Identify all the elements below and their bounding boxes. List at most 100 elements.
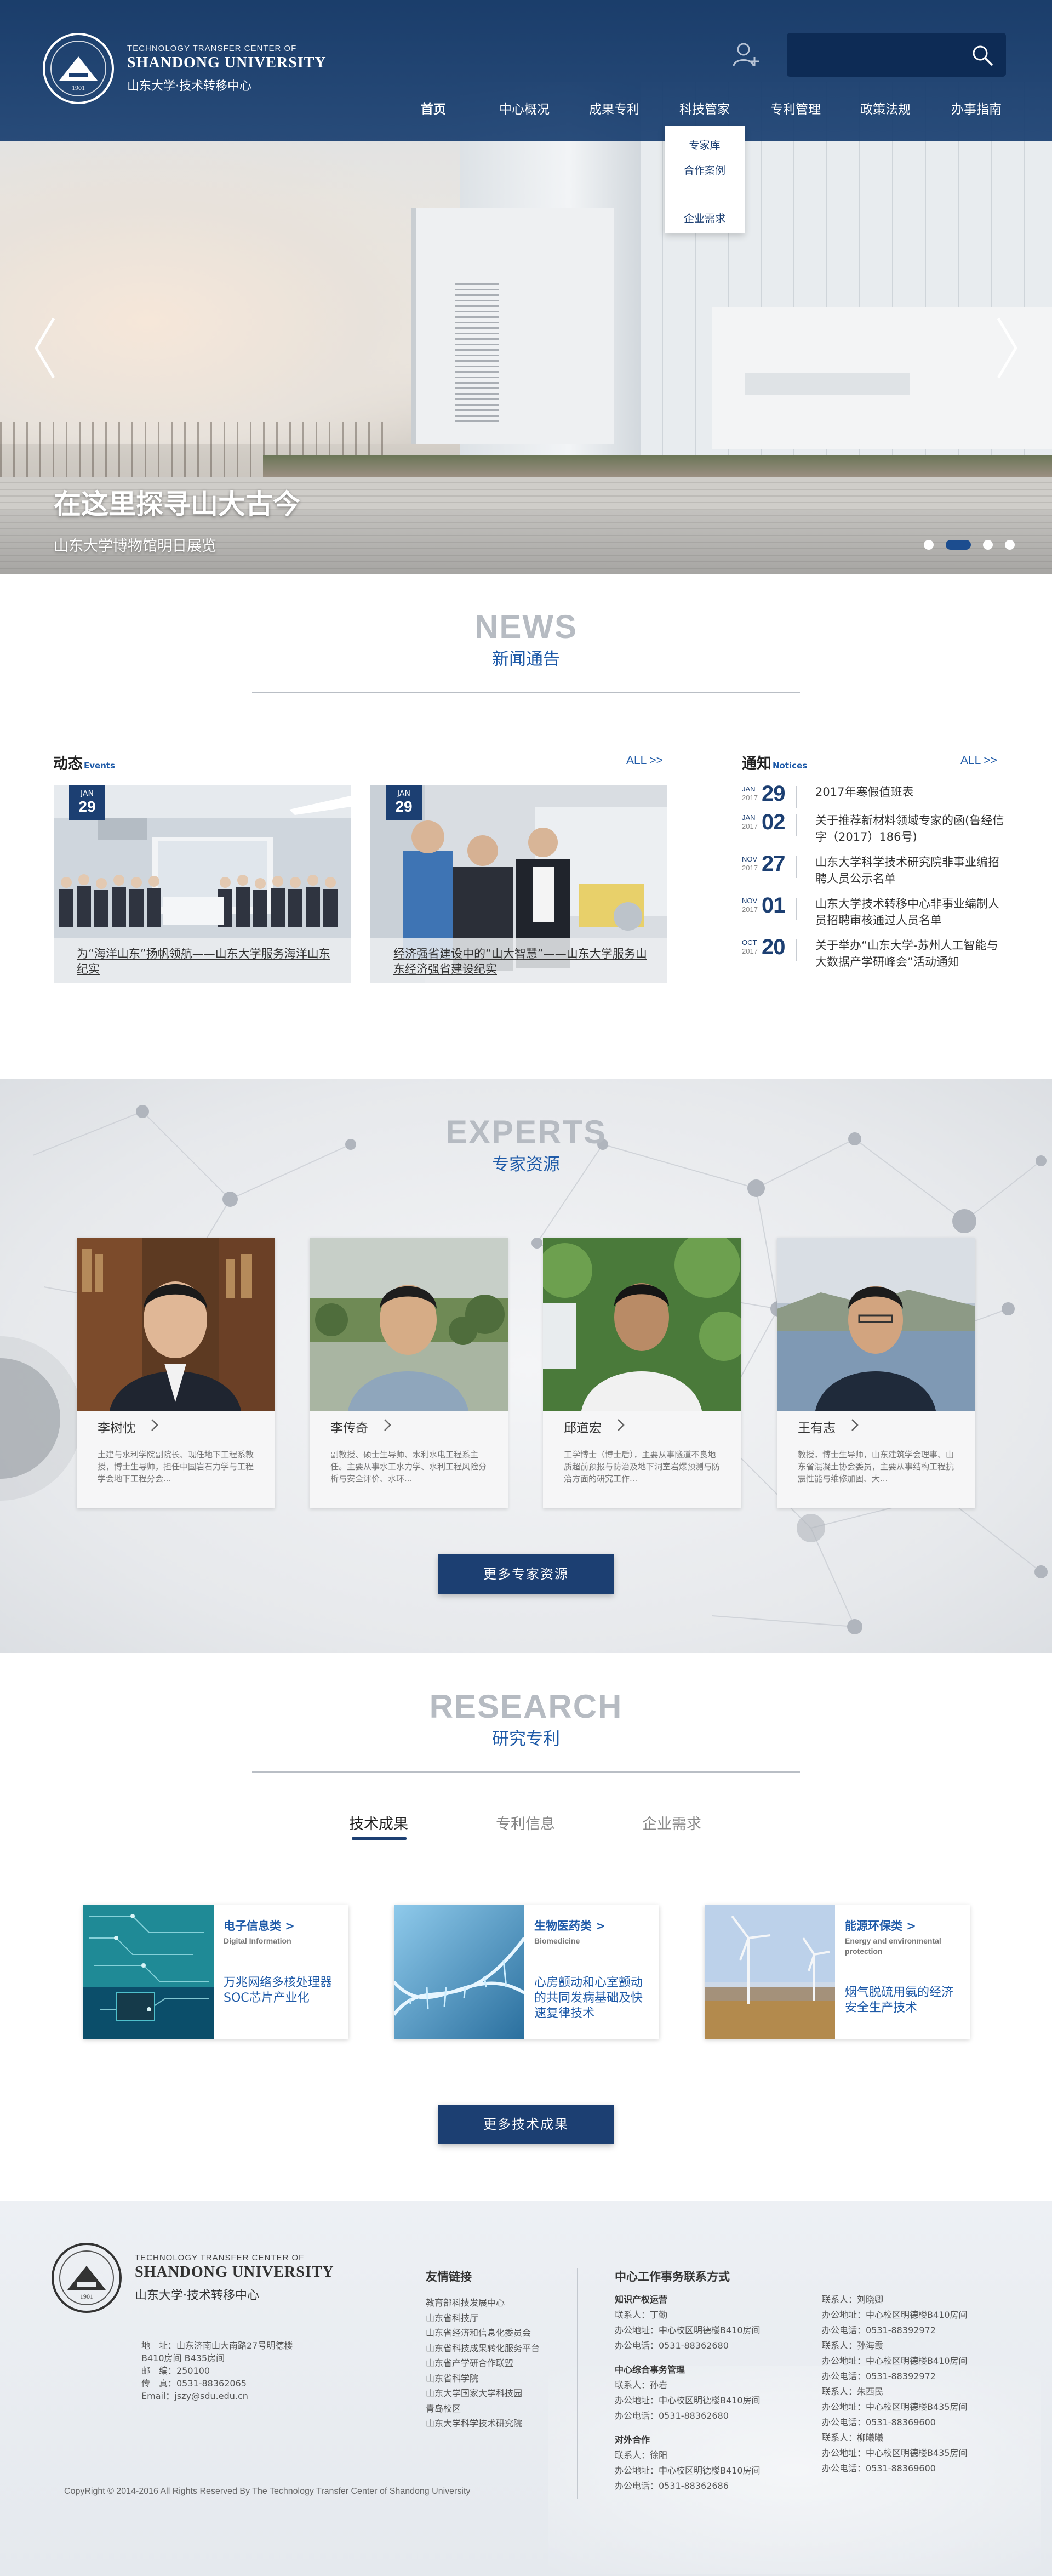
- hero-hedge: [263, 455, 1052, 477]
- tab-enterprise-needs[interactable]: 企业需求: [642, 1812, 701, 1833]
- friend-link[interactable]: 山东省科技厅: [426, 2311, 540, 2326]
- research-card-desc: 万兆网络多核处理器SOC芯片产业化: [224, 1976, 333, 2005]
- university-seal: 1901: [43, 33, 114, 104]
- research-card-title[interactable]: 生物医药类 >: [534, 1917, 605, 1934]
- notice-day: 27: [762, 852, 785, 876]
- events-all-link[interactable]: ALL >>: [626, 754, 663, 767]
- chevron-left-icon[interactable]: [32, 315, 57, 381]
- research-card-subtitle: Biomedicine: [534, 1936, 580, 1945]
- expert-name: 王有志: [798, 1421, 836, 1435]
- hero-caption: 在这里探寻山大古今 山东大学博物馆明日展览: [54, 482, 300, 555]
- notice-date: NOV 2017 27: [742, 852, 788, 884]
- expert-card[interactable]: 邱道宏 工学博士（博士后），主要从事隧道不良地质超前预报与防治及地下洞室岩爆预测…: [543, 1238, 741, 1508]
- hero-building-cantilever: [416, 208, 614, 444]
- notice-title[interactable]: 关于推荐新材料领域专家的函(鲁经信字（2017）186号): [815, 812, 1005, 845]
- contact-line: 办公电话：0531-88362680: [615, 2340, 729, 2351]
- friend-link[interactable]: 山东大学国家大学科技园: [426, 2386, 540, 2401]
- carousel-dot[interactable]: [946, 540, 971, 550]
- email-line[interactable]: Email：jszy@sdu.edu.cn: [141, 2390, 306, 2402]
- notice-title[interactable]: 关于举办“山东大学-苏州人工智能与大数据产学研峰会”活动通知: [815, 937, 1005, 970]
- notice-title[interactable]: 山东大学技术转移中心非事业编制人员招聘审核通过人员名单: [815, 896, 1005, 928]
- news-section-heading: NEWS 新闻通告: [0, 610, 1052, 693]
- notice-day: 20: [762, 935, 785, 959]
- friend-link[interactable]: 青岛校区: [426, 2401, 540, 2417]
- contact-line: 办公地址：中心校区明德楼B410房间: [615, 2395, 761, 2406]
- notices-label: 通知: [742, 755, 771, 772]
- seal-year: 1901: [80, 2293, 93, 2300]
- chevron-right-icon: [384, 1419, 391, 1431]
- user-icon[interactable]: [730, 39, 761, 70]
- contact-line: 联系人：柳曦曦: [822, 2432, 884, 2443]
- wind-turbines-image: [705, 1905, 835, 2039]
- more-achievements-button[interactable]: 更多技术成果: [438, 2105, 614, 2144]
- logo-text: TECHNOLOGY TRANSFER CENTER OF SHANDONG U…: [127, 44, 327, 94]
- more-experts-button[interactable]: 更多专家资源: [438, 1554, 614, 1594]
- event-month: JAN: [81, 789, 94, 798]
- footer-divider: [577, 2268, 578, 2499]
- research-card[interactable]: 电子信息类 > Digital Information 万兆网络多核处理器SOC…: [83, 1905, 348, 2039]
- friend-link[interactable]: 山东省科学院: [426, 2371, 540, 2386]
- notices-label-en: Notices: [773, 761, 808, 771]
- notice-title[interactable]: 2017年寒假值班表: [815, 784, 1005, 800]
- logo-en-small: TECHNOLOGY TRANSFER CENTER OF: [127, 43, 297, 53]
- notice-divider: [796, 898, 797, 920]
- dropdown-item-enterprise-needs[interactable]: 企业需求: [665, 204, 745, 225]
- tab-patent-info[interactable]: 专利信息: [496, 1812, 555, 1833]
- research-card-title[interactable]: 能源环保类 >: [845, 1917, 916, 1934]
- search-icon[interactable]: [971, 44, 994, 67]
- contact-line: 办公电话：0531-88362686: [615, 2481, 729, 2491]
- dna-helix-image: [394, 1905, 524, 2039]
- research-section-heading: RESEARCH 研究专利: [0, 1690, 1052, 1773]
- experts-section-heading: EXPERTS 专家资源: [0, 1115, 1052, 1175]
- friend-link[interactable]: 山东省科技成果转化服务平台: [426, 2341, 540, 2356]
- chevron-right-icon: [851, 1419, 859, 1431]
- news-heading-rule: [252, 692, 800, 693]
- event-card[interactable]: JAN 29 经济强省建设中的“山大智慧”——山东大学服务山东经济强省建设纪实: [370, 785, 667, 983]
- friend-link[interactable]: 山东省经济和信息化委员会: [426, 2326, 540, 2341]
- site-logo[interactable]: 1901 TECHNOLOGY TRANSFER CENTER OF SHAND…: [43, 33, 327, 104]
- research-card-title[interactable]: 电子信息类 >: [224, 1917, 295, 1934]
- notice-divider: [796, 786, 797, 808]
- expert-card[interactable]: 李树忱 土建与水利学院副院长、现任地下工程系教授，博士生导师，担任中国岩石力学与…: [77, 1238, 275, 1508]
- dropdown-item-cases[interactable]: 合作案例: [665, 162, 745, 177]
- friend-links: 教育部科技发展中心 山东省科技厅 山东省经济和信息化委员会 山东省科技成果转化服…: [426, 2295, 540, 2431]
- research-heading-en: RESEARCH: [429, 1688, 623, 1725]
- friend-link[interactable]: 教育部科技发展中心: [426, 2295, 540, 2311]
- event-title[interactable]: 为“海洋山东”扬帆领航——山东大学服务海洋山东纪实: [77, 947, 330, 976]
- contact-line: 办公地址：中心校区明德楼B435房间: [822, 2448, 968, 2458]
- chevron-right-icon[interactable]: [995, 315, 1020, 381]
- notice-month: NOV: [742, 897, 758, 905]
- search-input[interactable]: [798, 44, 962, 66]
- research-card[interactable]: 生物医药类 > Biomedicine 心房颤动和心室颤动的共同发病基础及快速复…: [394, 1905, 659, 2039]
- research-card[interactable]: 能源环保类 > Energy and environmental protect…: [705, 1905, 970, 2039]
- search-box: [787, 33, 1006, 77]
- events-label: 动态: [53, 755, 83, 772]
- research-card-subtitle: Digital Information: [224, 1936, 291, 1945]
- carousel-dot[interactable]: [983, 540, 993, 550]
- friend-link[interactable]: 山东大学科学技术研究院: [426, 2416, 540, 2431]
- contact-line: 办公电话：0531-88392972: [822, 2325, 936, 2335]
- expert-card[interactable]: 王有志 教授，博士生导师，山东建筑学会理事、山东省混凝土协会委员，主要从事结构工…: [777, 1238, 975, 1508]
- nav-dropdown: 专家库 合作案例 企业需求: [665, 126, 745, 233]
- notice-title[interactable]: 山东大学科学技术研究院非事业编招聘人员公示名单: [815, 854, 1005, 887]
- contact-line: 联系人：朱西民: [822, 2386, 884, 2397]
- expert-photo: [77, 1238, 275, 1411]
- event-title[interactable]: 经济强省建设中的“山大智慧”——山东大学服务山东经济强省建设纪实: [393, 947, 647, 976]
- dropdown-item-expert-library[interactable]: 专家库: [665, 137, 745, 152]
- footer-seal: 1901: [52, 2243, 122, 2313]
- notice-month: NOV: [742, 855, 758, 863]
- footer-logo-cn: 山东大学·技术转移中心: [135, 2288, 259, 2303]
- contact-line: 办公电话：0531-88369600: [822, 2463, 936, 2474]
- copyright: CopyRight © 2014-2016 All Rights Reserve…: [64, 2487, 471, 2496]
- expert-card[interactable]: 李传奇 副教授、硕士生导师、水利水电工程系主任。主要从事水工水力学、水利工程风险…: [310, 1238, 508, 1508]
- expert-name: 李传奇: [330, 1421, 368, 1435]
- event-card[interactable]: JAN 29 为“海洋山东”扬帆领航——山东大学服务海洋山东纪实: [54, 785, 351, 983]
- event-date-badge: JAN 29: [386, 785, 422, 820]
- friend-link[interactable]: 山东省产学研合作联盟: [426, 2356, 540, 2371]
- notice-divider: [796, 939, 797, 961]
- notices-all-link[interactable]: ALL >>: [960, 754, 997, 767]
- carousel-dot[interactable]: [924, 540, 934, 550]
- carousel-dot[interactable]: [1005, 540, 1015, 550]
- notice-year: 2017: [742, 905, 758, 914]
- tab-tech-achievements[interactable]: 技术成果: [349, 1812, 408, 1833]
